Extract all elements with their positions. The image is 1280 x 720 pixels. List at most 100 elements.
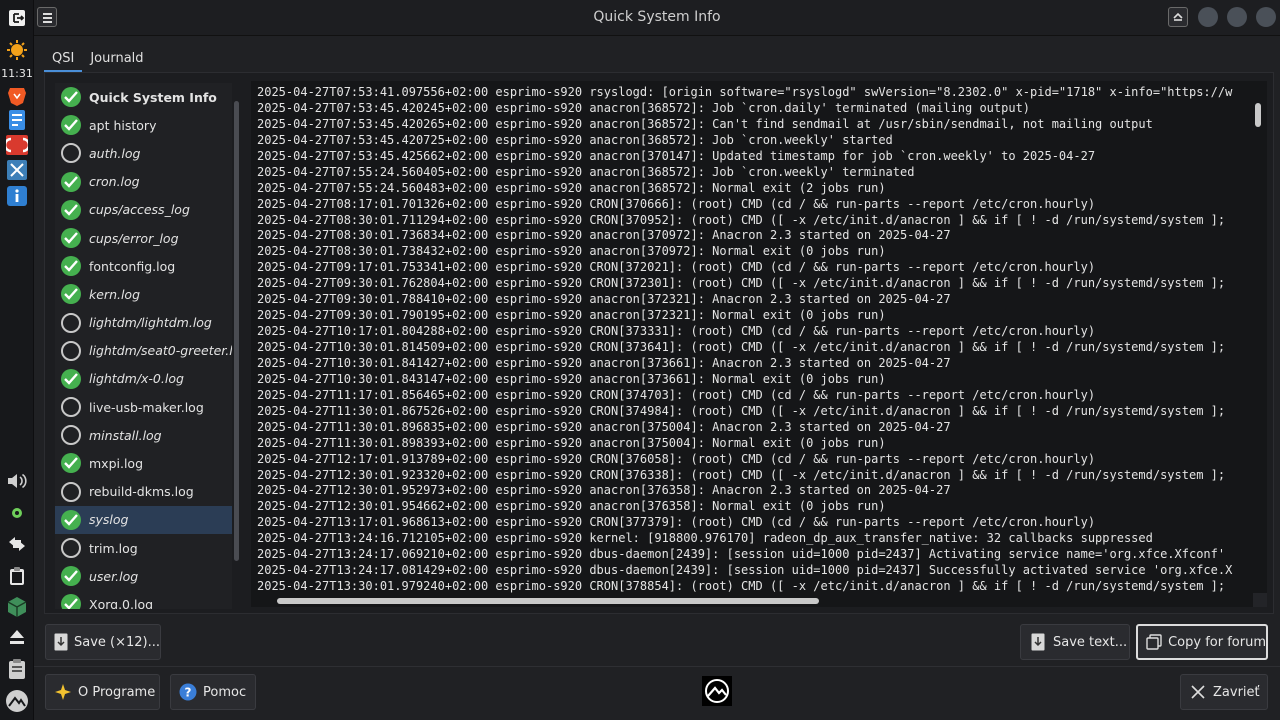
tab-bar: QSI Journald [44, 48, 152, 72]
maximize-icon[interactable] [1168, 7, 1188, 27]
maximize-circle-icon[interactable] [1227, 7, 1247, 27]
log-line: 2025-04-27T13:17:01.968613+02:00 esprimo… [257, 515, 1096, 530]
log-horizontal-scrollbar[interactable] [277, 598, 819, 604]
file-list-item[interactable]: lightdm/x-0.log [55, 365, 232, 393]
check-circle-icon [61, 284, 81, 305]
log-line: 2025-04-27T10:30:01.841427+02:00 esprimo… [257, 355, 951, 370]
file-list-item[interactable]: mxpi.log [55, 449, 232, 477]
log-text[interactable]: 2025-04-27T07:53:41.097556+02:00 esprimo… [257, 85, 1253, 595]
log-line: 2025-04-27T09:30:01.788410+02:00 esprimo… [257, 292, 951, 307]
file-list-item[interactable]: lightdm/seat0-greeter.log [55, 337, 232, 365]
check-circle-icon [61, 115, 81, 136]
file-list-item-label: cups/error_log [89, 230, 179, 246]
log-line: 2025-04-27T11:30:01.896835+02:00 esprimo… [257, 419, 951, 434]
info-icon[interactable] [5, 184, 29, 208]
file-list-item-label: lightdm/lightdm.log [89, 315, 212, 331]
log-line: 2025-04-27T09:30:01.762804+02:00 esprimo… [257, 276, 1226, 291]
log-file-list[interactable]: Quick System Info apt history auth.log cron… [55, 83, 232, 609]
file-list-scrollbar[interactable] [234, 101, 239, 561]
file-list-item[interactable]: Xorg.0.log [55, 590, 232, 609]
empty-circle-icon [61, 143, 81, 164]
file-list-item-label: auth.log [89, 145, 141, 161]
empty-circle-icon [61, 538, 81, 558]
text-editor-icon[interactable] [5, 108, 29, 132]
file-list-item[interactable]: cron.log [55, 168, 232, 196]
file-list-item-label: lightdm/seat0-greeter.log [89, 343, 232, 359]
file-list-item[interactable]: syslog [55, 505, 232, 534]
volume-icon[interactable] [5, 469, 29, 493]
log-line: 2025-04-27T11:17:01.856465+02:00 esprimo… [257, 387, 1096, 402]
log-line: 2025-04-27T07:55:24.560483+02:00 esprimo… [257, 180, 886, 195]
check-circle-icon [61, 368, 81, 389]
star-icon [54, 683, 72, 701]
empty-circle-icon [61, 312, 81, 333]
log-line: 2025-04-27T10:17:01.804288+02:00 esprimo… [257, 324, 1096, 339]
log-line: 2025-04-27T11:30:01.898393+02:00 esprimo… [257, 435, 886, 450]
mx-logo [702, 676, 732, 706]
file-list-item[interactable]: cups/access_log [55, 196, 232, 224]
file-list-item-label: Xorg.0.log [89, 596, 154, 609]
file-list-item[interactable]: kern.log [55, 280, 232, 308]
eject-icon[interactable] [5, 625, 29, 649]
file-list-item[interactable]: Quick System Info [55, 83, 232, 111]
check-circle-icon [61, 256, 81, 277]
package-icon[interactable] [5, 595, 29, 619]
log-line: 2025-04-27T13:30:01.979240+02:00 esprimo… [257, 579, 1226, 594]
save-icon [54, 633, 68, 651]
file-list-item[interactable]: user.log [55, 562, 232, 590]
title-bar: Quick System Info [34, 0, 1280, 36]
file-list-item[interactable]: trim.log [55, 534, 232, 562]
about-button[interactable]: O Programe [45, 674, 160, 710]
log-vertical-scrollbar[interactable] [1255, 103, 1261, 127]
empty-circle-icon [61, 425, 81, 446]
check-circle-icon [61, 227, 81, 248]
exit-icon[interactable] [5, 6, 29, 30]
tab-journald[interactable]: Journald [82, 48, 151, 72]
tab-qsi[interactable]: QSI [44, 48, 83, 72]
log-line: 2025-04-27T12:30:01.952973+02:00 esprimo… [257, 483, 951, 498]
empty-circle-icon [61, 340, 81, 361]
file-list-item[interactable]: auth.log [55, 139, 232, 167]
clipboard-manager-icon[interactable] [5, 657, 29, 681]
file-list-item[interactable]: live-usb-maker.log [55, 393, 232, 421]
tools-icon[interactable] [5, 158, 29, 182]
log-line: 2025-04-27T10:30:01.843147+02:00 esprimo… [257, 371, 886, 386]
log-line: 2025-04-27T09:17:01.753341+02:00 esprimo… [257, 260, 1096, 275]
brave-browser-icon[interactable] [5, 84, 29, 108]
log-viewer[interactable]: 2025-04-27T07:53:41.097556+02:00 esprimo… [251, 81, 1267, 607]
check-circle-icon [61, 87, 81, 107]
save-all-button[interactable]: Save (×12)... [45, 624, 161, 660]
app-icon[interactable] [5, 133, 29, 157]
svg-text:?: ? [185, 686, 192, 700]
file-list-item-label: mxpi.log [89, 456, 144, 472]
file-list-item[interactable]: lightdm/lightdm.log [55, 309, 232, 337]
minimize-icon[interactable] [1198, 7, 1218, 27]
copy-for-forum-button[interactable]: Copy for forum [1136, 624, 1268, 660]
log-line: 2025-04-27T11:30:01.867526+02:00 esprimo… [257, 403, 1226, 418]
settings-icon[interactable] [5, 501, 29, 525]
log-line: 2025-04-27T07:55:24.560405+02:00 esprimo… [257, 164, 915, 179]
file-list-item[interactable]: rebuild-dkms.log [55, 478, 232, 506]
log-line: 2025-04-27T12:17:01.913789+02:00 esprimo… [257, 451, 1096, 466]
close-icon[interactable] [1256, 7, 1276, 27]
log-line: 2025-04-27T13:24:16.712105+02:00 esprimo… [257, 531, 1153, 546]
file-list-item-label: user.log [89, 568, 139, 584]
file-list-item-label: trim.log [89, 540, 138, 556]
file-list-item[interactable]: fontconfig.log [55, 252, 232, 280]
file-list-item-label: cron.log [89, 174, 140, 190]
close-button[interactable]: Zavrieť [1180, 674, 1268, 710]
file-list-item[interactable]: cups/error_log [55, 224, 232, 252]
file-list-item-label: cups/access_log [89, 202, 190, 218]
file-list-item[interactable]: minstall.log [55, 421, 232, 449]
file-list-item[interactable]: apt history [55, 111, 232, 139]
network-icon[interactable] [5, 532, 29, 556]
mx-logo-icon[interactable] [5, 689, 29, 713]
file-list-item-label: kern.log [89, 286, 141, 302]
clock[interactable]: 11:31 [0, 67, 34, 80]
clipboard-icon[interactable] [5, 564, 29, 588]
weather-icon[interactable] [5, 38, 29, 62]
log-line: 2025-04-27T08:30:01.736834+02:00 esprimo… [257, 228, 951, 243]
save-text-button[interactable]: Save text... [1020, 624, 1130, 660]
help-button[interactable]: ? Pomoc [170, 674, 256, 710]
log-line: 2025-04-27T07:53:45.420265+02:00 esprimo… [257, 116, 1153, 131]
